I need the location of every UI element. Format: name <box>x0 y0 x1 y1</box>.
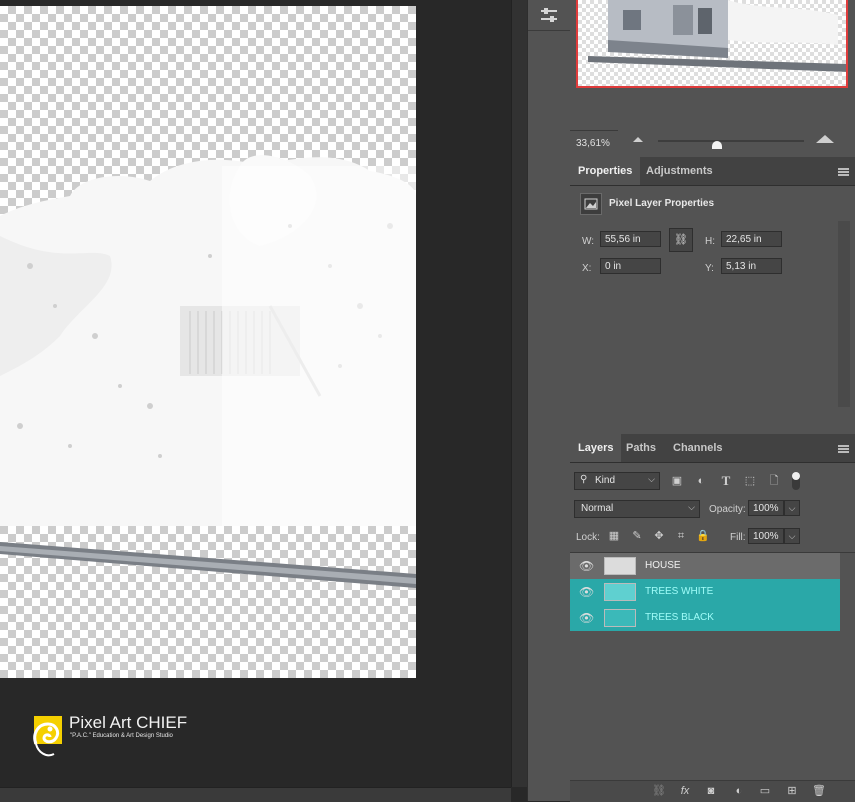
filter-type-icon[interactable]: T <box>719 474 733 488</box>
y-field[interactable]: 5,13 in <box>721 258 782 274</box>
navigator-thumbnail <box>588 0 846 72</box>
layer-name[interactable]: TREES WHITE <box>645 579 713 605</box>
tab-layers[interactable]: Layers <box>570 434 622 462</box>
height-field[interactable]: 22,65 in <box>721 231 782 247</box>
lock-label: Lock: <box>576 532 600 543</box>
opacity-field[interactable]: 100% <box>748 500 784 516</box>
visibility-eye-icon[interactable]: 👁 <box>579 611 594 625</box>
properties-panel: Properties Adjustments Pixel Layer Prope… <box>570 157 855 433</box>
properties-header: Pixel Layer Properties <box>609 198 715 209</box>
fill-field[interactable]: 100% <box>748 528 784 544</box>
collapsed-panel-strip <box>527 0 571 801</box>
width-field[interactable]: 55,56 in <box>600 231 661 247</box>
zoom-out-mountain-icon[interactable] <box>633 137 643 142</box>
layer-name[interactable]: HOUSE <box>645 553 681 579</box>
new-group-folder-icon[interactable]: ▭ <box>758 784 772 798</box>
lock-all-padlock-icon[interactable]: 🔒 <box>696 529 710 543</box>
w-label: W: <box>582 236 595 247</box>
document-canvas[interactable] <box>0 6 416 678</box>
blend-mode-value: Normal <box>581 503 614 514</box>
tab-channels[interactable]: Channels <box>665 434 731 462</box>
lock-position-move-icon[interactable]: ✥ <box>652 529 666 543</box>
fill-label: Fill: <box>730 532 746 543</box>
blend-mode-select[interactable]: Normal ⌵ <box>574 500 700 518</box>
tab-adjustments[interactable]: Adjustments <box>638 157 721 185</box>
layer-style-fx-icon[interactable]: fx <box>678 784 692 798</box>
fill-dropdown-icon[interactable]: ⌵ <box>784 528 800 544</box>
layer-row-house[interactable]: 👁 HOUSE <box>570 553 840 579</box>
chevron-down-icon: ⌵ <box>688 502 695 512</box>
filter-kind-select[interactable]: ⚲ Kind ⌵ <box>574 472 660 490</box>
watermark-brand: Pixel Art CHIEF <box>69 713 188 732</box>
search-icon: ⚲ <box>580 474 588 485</box>
layers-menu-icon[interactable] <box>838 445 849 453</box>
properties-menu-icon[interactable] <box>838 168 849 176</box>
layers-tabbar: Layers Paths Channels <box>570 434 855 463</box>
layers-panel: Layers Paths Channels ⚲ Kind ⌵ ▣ ◐ T ⬚ 🗋… <box>570 434 855 802</box>
vertical-scrollbar[interactable] <box>511 0 528 787</box>
chevron-down-icon: ⌵ <box>648 474 655 484</box>
filter-smart-object-icon[interactable]: 🗋 <box>767 474 781 488</box>
x-field[interactable]: 0 in <box>600 258 661 274</box>
layer-thumbnail <box>604 609 636 627</box>
opacity-label: Opacity: <box>709 504 746 515</box>
adjustments-sliders-icon[interactable] <box>538 4 560 26</box>
lock-image-pixels-brush-icon[interactable]: ✎ <box>630 529 644 543</box>
y-label: Y: <box>705 263 714 274</box>
filter-adjustment-icon[interactable]: ◐ <box>694 474 708 488</box>
visibility-eye-icon[interactable]: 👁 <box>579 559 594 573</box>
layer-name[interactable]: TREES BLACK <box>645 605 714 631</box>
tab-paths[interactable]: Paths <box>618 434 664 462</box>
pixel-layer-icon <box>580 193 602 215</box>
chameleon-logo-icon <box>30 714 64 757</box>
watermark-tagline: "P.A.C." Education & Art Design Studio <box>70 733 173 739</box>
navigator-preview[interactable] <box>576 0 848 88</box>
link-layers-icon[interactable]: ⛓ <box>652 784 666 798</box>
layers-bottom-toolbar: ⛓ fx ◙ ◐ ▭ ⊞ 🗑 <box>570 780 855 802</box>
filter-toggle-icon[interactable] <box>792 472 800 490</box>
zoom-slider[interactable] <box>658 140 804 142</box>
filter-shape-icon[interactable]: ⬚ <box>743 474 757 488</box>
new-adjustment-layer-icon[interactable]: ◐ <box>732 784 746 798</box>
zoom-slider-thumb[interactable] <box>712 141 722 149</box>
opacity-dropdown-icon[interactable]: ⌵ <box>784 500 800 516</box>
layers-list: 👁 HOUSE 👁 TREES WHITE 👁 TREES BLACK <box>570 552 855 773</box>
lock-transparent-pixels-icon[interactable]: ▦ <box>607 529 621 543</box>
right-panels: 33,61% Properties Adjustments Pixel Laye… <box>570 0 855 802</box>
canvas-area[interactable]: Pixel Art CHIEF "P.A.C." Education & Art… <box>0 0 511 787</box>
h-label: H: <box>705 236 715 247</box>
new-layer-icon[interactable]: ⊞ <box>785 784 799 798</box>
navigator-panel: 33,61% <box>570 0 855 156</box>
layer-row-trees-white[interactable]: 👁 TREES WHITE <box>570 579 840 605</box>
watermark-logo: Pixel Art CHIEF "P.A.C." Education & Art… <box>30 712 230 762</box>
delete-layer-trash-icon[interactable]: 🗑 <box>812 784 826 798</box>
layer-thumbnail <box>604 557 636 575</box>
properties-tabbar: Properties Adjustments <box>570 157 855 186</box>
trees-artwork <box>0 155 416 588</box>
properties-scrollbar[interactable] <box>838 221 850 407</box>
lock-artboard-icon[interactable]: ⌗ <box>674 529 688 543</box>
layer-thumbnail <box>604 583 636 601</box>
layer-row-trees-black[interactable]: 👁 TREES BLACK <box>570 605 840 631</box>
x-label: X: <box>582 263 592 274</box>
add-mask-icon[interactable]: ◙ <box>704 784 718 798</box>
horizontal-scrollbar[interactable] <box>0 787 511 802</box>
link-dimensions-icon[interactable]: ⛓ <box>669 228 693 252</box>
zoom-level[interactable]: 33,61% <box>576 138 610 149</box>
visibility-eye-icon[interactable]: 👁 <box>579 585 594 599</box>
zoom-in-mountain-icon[interactable] <box>816 135 834 143</box>
filter-pixel-image-icon[interactable]: ▣ <box>670 474 684 488</box>
filter-kind-label: Kind <box>595 475 616 486</box>
tab-properties[interactable]: Properties <box>570 157 641 185</box>
